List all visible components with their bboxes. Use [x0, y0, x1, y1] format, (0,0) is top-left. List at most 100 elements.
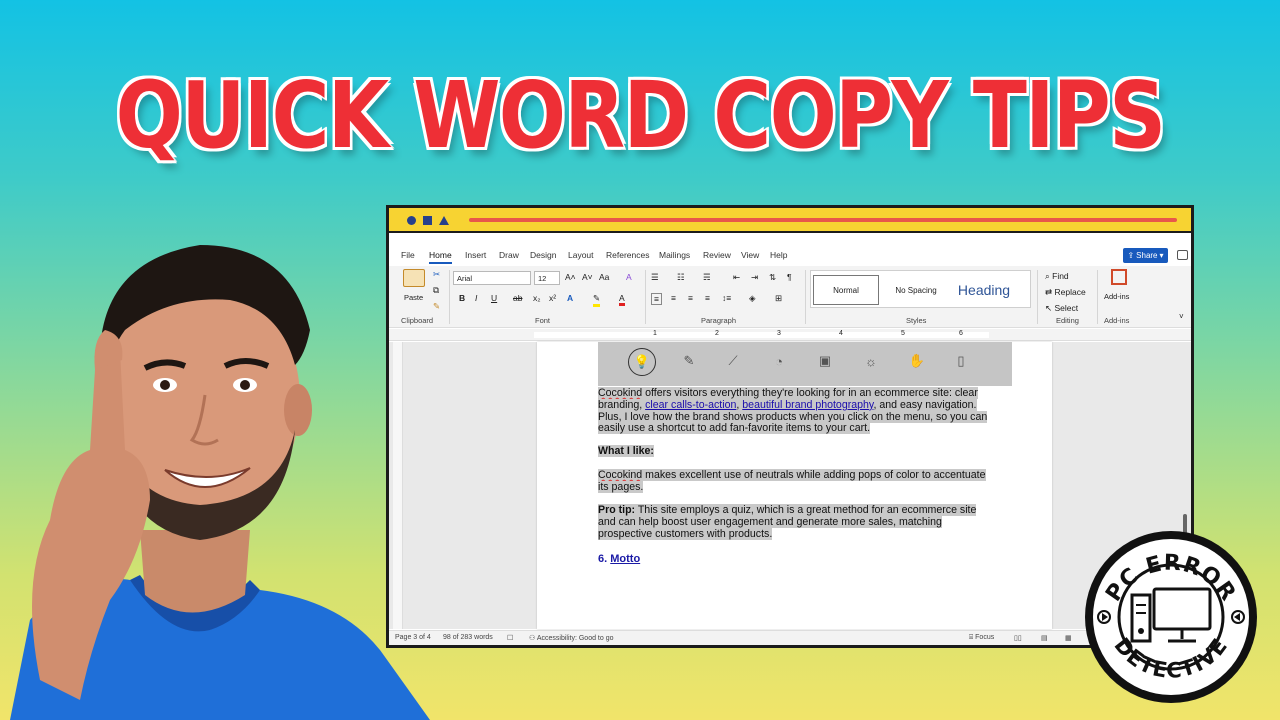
print-layout-icon[interactable]: ▤: [1041, 634, 1048, 642]
justify-icon[interactable]: ≡: [705, 293, 710, 303]
multilevel-list-icon[interactable]: ☴: [703, 272, 711, 283]
editing-group-label: Editing: [1056, 316, 1079, 325]
tab-design[interactable]: Design: [530, 250, 556, 260]
tab-view[interactable]: View: [741, 250, 759, 260]
web-layout-icon[interactable]: ▦: [1065, 634, 1072, 642]
select-button[interactable]: ↖ Select: [1045, 303, 1078, 314]
read-mode-icon[interactable]: ▯▯: [1014, 634, 1022, 642]
italic-button[interactable]: I: [475, 293, 477, 303]
sort-icon[interactable]: ⇅: [769, 272, 776, 283]
font-color-icon[interactable]: A: [619, 293, 625, 306]
change-case-icon[interactable]: Aa: [599, 272, 609, 282]
highlight-icon[interactable]: ✎: [593, 293, 601, 307]
bottle-icon: ▯: [957, 353, 965, 368]
word-window: File Home Insert Draw Design Layout Refe…: [386, 205, 1194, 648]
proofing-icon[interactable]: ☐: [507, 634, 513, 642]
styles-gallery: Normal No Spacing Heading ▾: [810, 270, 1031, 308]
dropper-icon: ⟋: [728, 353, 738, 368]
icon-strip-image: 💡 ✎ ⟋ ◔ ▣ ☼ ✋ ▯: [598, 342, 1012, 386]
lightbulb-icon: 💡: [628, 348, 656, 376]
document-page[interactable]: 💡 ✎ ⟋ ◔ ▣ ☼ ✋ ▯ Cocokind offers visitors…: [537, 342, 1052, 629]
document-area: 💡 ✎ ⟋ ◔ ▣ ☼ ✋ ▯ Cocokind offers visitors…: [389, 342, 1191, 629]
pencil-icon: ✎: [683, 353, 695, 368]
soap-icon: ▣: [818, 353, 832, 368]
collapse-ribbon-icon[interactable]: ˅: [1179, 312, 1184, 321]
square-icon: [423, 216, 432, 225]
status-bar: Page 3 of 4 98 of 283 words ☐ ⚇ Accessib…: [389, 630, 1191, 645]
tab-home[interactable]: Home: [429, 250, 452, 264]
vertical-ruler: [393, 342, 403, 629]
tab-review[interactable]: Review: [703, 250, 731, 260]
cut-icon[interactable]: ✂: [433, 269, 440, 280]
link-motto[interactable]: Motto: [610, 553, 640, 565]
link-brand-photography[interactable]: beautiful brand photography: [742, 399, 873, 411]
paragraph-pro-tip: Pro tip: This site employs a quiz, which…: [598, 504, 977, 540]
link-calls-to-action[interactable]: clear calls-to-action: [645, 399, 736, 411]
align-center-icon[interactable]: ≡: [671, 293, 676, 303]
paragraph-what-i-like: Cocokind makes excellent use of neutrals…: [598, 469, 986, 493]
tab-layout[interactable]: Layout: [568, 250, 594, 260]
page-count[interactable]: Page 3 of 4: [395, 634, 431, 641]
horizontal-ruler: 1 2 3 4 5 6: [389, 329, 1191, 341]
text-effects-icon[interactable]: A: [567, 293, 573, 303]
ribbon: Paste ✂ ⧉ ✎ Clipboard Arial 12 A˄ A˅ Aa …: [389, 266, 1191, 328]
shrink-font-icon[interactable]: A˅: [582, 272, 593, 282]
man-thinking-illustration: [10, 245, 430, 720]
numbering-icon[interactable]: ☷: [677, 272, 685, 283]
font-group-label: Font: [535, 316, 551, 325]
style-normal[interactable]: Normal: [813, 275, 879, 305]
pilcrow-icon[interactable]: ¶: [787, 272, 792, 282]
hand-drop-icon: ✋: [908, 353, 926, 368]
shading-icon[interactable]: ◈: [749, 293, 756, 304]
tab-file[interactable]: File: [401, 250, 415, 260]
font-size-box[interactable]: 12: [534, 271, 560, 285]
find-button[interactable]: ⌕ Find: [1045, 271, 1069, 282]
increase-indent-icon[interactable]: ⇥: [751, 272, 758, 283]
tab-references[interactable]: References: [606, 250, 649, 260]
line-spacing-icon[interactable]: ↕≡: [722, 293, 731, 303]
accessibility-status[interactable]: ⚇ Accessibility: Good to go: [529, 634, 614, 642]
copy-icon[interactable]: ⧉: [433, 285, 439, 296]
paragraph-intro: Cocokind offers visitors everything they…: [598, 387, 988, 435]
underline-button[interactable]: U: [491, 293, 497, 303]
clipboard-group-label: Clipboard: [401, 316, 434, 325]
strikethrough-button[interactable]: ab: [513, 293, 522, 303]
accessibility-icon: ⚇: [529, 635, 537, 642]
word-count[interactable]: 98 of 283 words: [443, 634, 493, 641]
headline: QUICK WORD COPY TIPS: [114, 61, 1167, 171]
focus-button[interactable]: ⌸ Focus: [969, 634, 994, 642]
addins-button[interactable]: Add-ins: [1104, 292, 1129, 301]
styles-group-label: Styles: [906, 316, 927, 325]
align-left-icon[interactable]: ≡: [651, 293, 662, 305]
addins-group-label: Add-ins: [1104, 316, 1130, 325]
superscript-button[interactable]: x²: [549, 293, 556, 303]
replace-button[interactable]: ⇄ Replace: [1045, 287, 1086, 298]
font-name-box[interactable]: Arial: [453, 271, 531, 285]
grow-font-icon[interactable]: A˄: [565, 272, 576, 282]
section-heading-motto: 6. Motto: [598, 553, 641, 565]
borders-icon[interactable]: ⊞: [775, 293, 782, 304]
paste-icon[interactable]: [403, 269, 425, 287]
drop-icon: ◔: [775, 353, 783, 369]
style-no-spacing[interactable]: No Spacing: [883, 275, 949, 305]
pc-error-detective-logo: PC ERROR DETECTIVE: [1085, 531, 1257, 703]
tab-mailings[interactable]: Mailings: [659, 250, 690, 260]
paste-button[interactable]: Paste: [404, 293, 423, 302]
titlebar-decoration: [469, 218, 1177, 222]
share-icon: ⇪: [1127, 251, 1135, 260]
comment-icon[interactable]: [1177, 250, 1188, 260]
bullets-icon[interactable]: ☰: [651, 272, 659, 283]
bold-button[interactable]: B: [459, 293, 465, 303]
addins-icon[interactable]: [1111, 269, 1127, 285]
align-right-icon[interactable]: ≡: [688, 293, 693, 303]
clear-formatting-icon[interactable]: A: [626, 272, 632, 282]
sun-icon: ☼: [865, 353, 877, 369]
share-button[interactable]: ⇪ Share ▾: [1123, 248, 1168, 263]
format-painter-icon[interactable]: ✎: [433, 301, 440, 312]
tab-insert[interactable]: Insert: [465, 250, 486, 260]
decrease-indent-icon[interactable]: ⇤: [733, 272, 740, 283]
subscript-button[interactable]: x₂: [533, 293, 541, 303]
tab-help[interactable]: Help: [770, 250, 787, 260]
tab-draw[interactable]: Draw: [499, 250, 519, 260]
style-heading[interactable]: Heading: [951, 275, 1017, 305]
